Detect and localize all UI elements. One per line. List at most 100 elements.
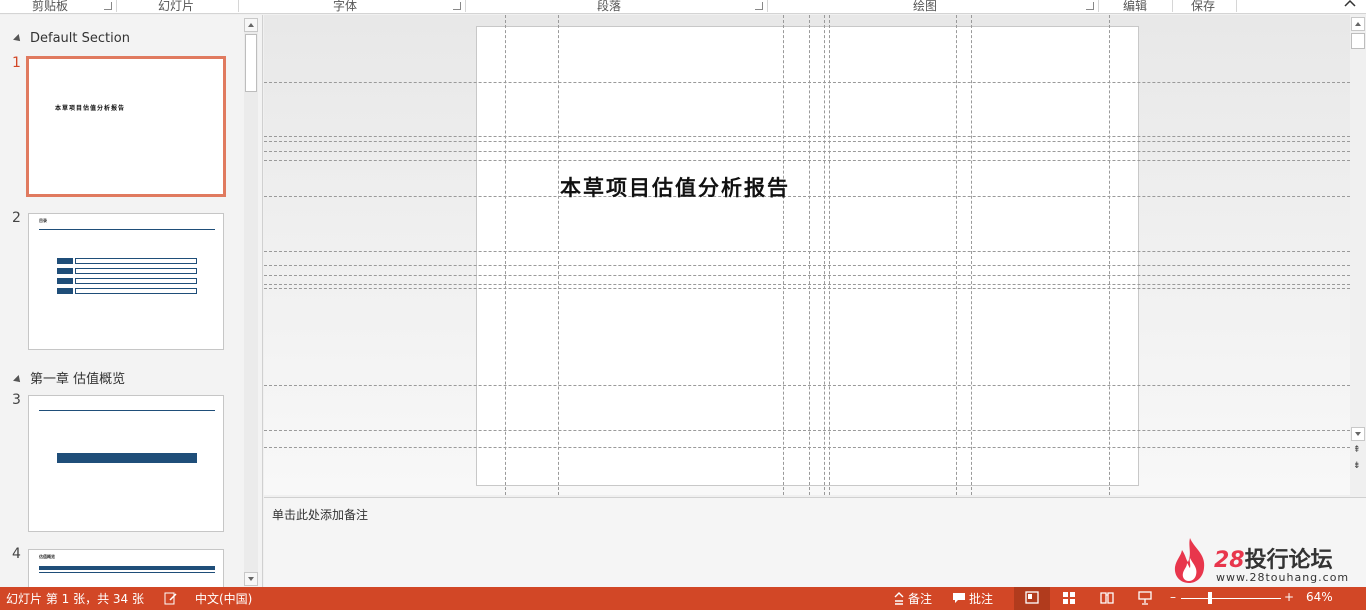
zoom-slider-handle[interactable] [1208,592,1212,604]
thumb-slide-title: 估值概览 [39,554,55,559]
slide-number: 3 [12,392,21,408]
watermark-brand: 28投行论坛 [1214,542,1333,574]
comments-toggle-button[interactable]: 批注 [969,590,993,607]
ribbon-group-slides: 幻灯片 [157,0,194,13]
thumb-divider [39,410,215,411]
zoom-in-button[interactable]: + [1284,590,1294,604]
scrollbar-thumb[interactable] [245,34,257,92]
slide-number: 1 [12,55,21,71]
guide-line[interactable] [264,196,1350,197]
spell-check-icon[interactable] [164,591,178,605]
guide-line[interactable] [264,82,1350,83]
guide-line[interactable] [558,15,559,495]
slide-title[interactable]: 本草项目估值分析报告 [560,172,790,202]
next-slide-icon[interactable]: ⇟ [1353,461,1361,471]
slide-canvas[interactable] [476,26,1139,486]
guide-line[interactable] [264,251,1350,252]
thumb-divider [39,572,215,573]
editor-scrollbar[interactable]: ⇞ ⇟ [1350,15,1366,495]
watermark-name: 投行论坛 [1244,548,1333,573]
thumbnail-scrollbar[interactable] [244,18,258,586]
slide-thumbnail-1[interactable]: 本草项目估值分析报告 [26,56,226,197]
guide-line[interactable] [264,447,1350,448]
zoom-level[interactable]: 64% [1306,590,1333,604]
ribbon-group-font: 字体 [332,0,357,13]
zoom-out-button[interactable]: – [1170,590,1176,604]
scrollbar-thumb[interactable] [1351,33,1365,49]
guide-line[interactable] [1109,15,1110,495]
guide-line[interactable] [783,15,784,495]
scroll-down-button[interactable] [1351,427,1365,441]
scroll-down-button[interactable] [244,572,258,586]
font-dialog-launcher-icon[interactable] [453,2,461,10]
thumb-slide-title: 目录 [39,218,47,223]
reading-view-icon[interactable] [1100,591,1114,605]
guide-line[interactable] [264,141,1350,142]
chevron-up-icon [1355,22,1361,26]
flame-logo-icon [1174,538,1205,583]
clipboard-dialog-launcher-icon[interactable] [104,2,112,10]
guide-line[interactable] [264,385,1350,386]
previous-slide-icon[interactable]: ⇞ [1353,445,1361,455]
thumb-toc-box [75,258,197,264]
guide-line[interactable] [264,275,1350,276]
guide-line[interactable] [956,15,957,495]
guide-line[interactable] [264,265,1350,266]
ribbon-separator [767,0,768,12]
collapse-triangle-icon[interactable] [13,374,23,385]
slideshow-view-icon[interactable] [1138,591,1152,605]
guide-line[interactable] [264,288,1350,289]
guide-line[interactable] [824,15,825,495]
collapse-ribbon-icon[interactable] [1344,0,1356,11]
watermark-logo: 28投行论坛 www.28touhang.com [1170,536,1350,586]
guide-line[interactable] [264,284,1350,285]
ribbon-group-save: 保存 [1190,0,1215,13]
guide-line[interactable] [264,430,1350,431]
ribbon-separator [1098,0,1099,12]
status-bar: 幻灯片 第 1 张，共 34 张 中文(中国) 备注 批注 – + 64% [0,587,1366,610]
slide-number: 2 [12,210,21,226]
slide-thumbnail-pane[interactable]: Default Section 1 本草项目估值分析报告 2 目录 第一章 估值… [0,15,263,589]
guide-line[interactable] [829,15,830,495]
guide-line[interactable] [264,151,1350,152]
language-status[interactable]: 中文(中国) [195,590,252,607]
thumb-slide-title: 本草项目估值分析报告 [55,105,126,112]
watermark-url: www.28touhang.com [1216,571,1350,584]
guide-line[interactable] [809,15,810,495]
slide-thumbnail-2[interactable]: 目录 [28,213,224,350]
comment-icon [953,593,965,603]
ribbon-separator [238,0,239,12]
scroll-up-button[interactable] [1351,17,1365,31]
guide-line[interactable] [264,136,1350,137]
scroll-up-button[interactable] [244,18,258,32]
drawing-dialog-launcher-icon[interactable] [1086,2,1094,10]
ribbon-group-labels: 剪贴板 幻灯片 字体 段落 绘图 编辑 保存 [0,0,1366,14]
slide-count-status[interactable]: 幻灯片 第 1 张，共 34 张 [6,590,144,607]
ribbon-group-editing: 编辑 [1122,0,1147,13]
slide-sorter-view-icon[interactable] [1062,591,1076,605]
thumb-toc-tag [57,258,73,264]
thumb-chapter-banner [57,453,197,463]
thumb-header-band [39,566,215,570]
guide-line[interactable] [971,15,972,495]
zoom-slider[interactable] [1181,598,1281,599]
watermark-number: 28 [1214,548,1245,573]
normal-view-icon [1025,591,1039,604]
guide-line[interactable] [264,160,1350,161]
section-header-default[interactable]: Default Section [13,31,130,46]
thumb-toc-box [75,268,197,274]
guide-line[interactable] [505,15,506,495]
slide-number: 4 [12,546,21,562]
slide-thumbnail-3[interactable] [28,395,224,532]
slide-editing-area[interactable]: 本草项目估值分析报告 [264,15,1350,495]
section-header-chapter1[interactable]: 第一章 估值概览 [13,368,126,387]
collapse-triangle-icon[interactable] [13,33,23,44]
section-title: Default Section [30,31,130,46]
thumb-toc-tag [57,268,73,274]
thumb-toc-box [75,278,197,284]
notes-placeholder[interactable]: 单击此处添加备注 [272,506,368,523]
section-title: 第一章 估值概览 [30,372,126,387]
paragraph-dialog-launcher-icon[interactable] [755,2,763,10]
notes-toggle-button[interactable]: 备注 [908,590,932,607]
slide-thumbnail-4[interactable]: 估值概览 [28,549,224,589]
